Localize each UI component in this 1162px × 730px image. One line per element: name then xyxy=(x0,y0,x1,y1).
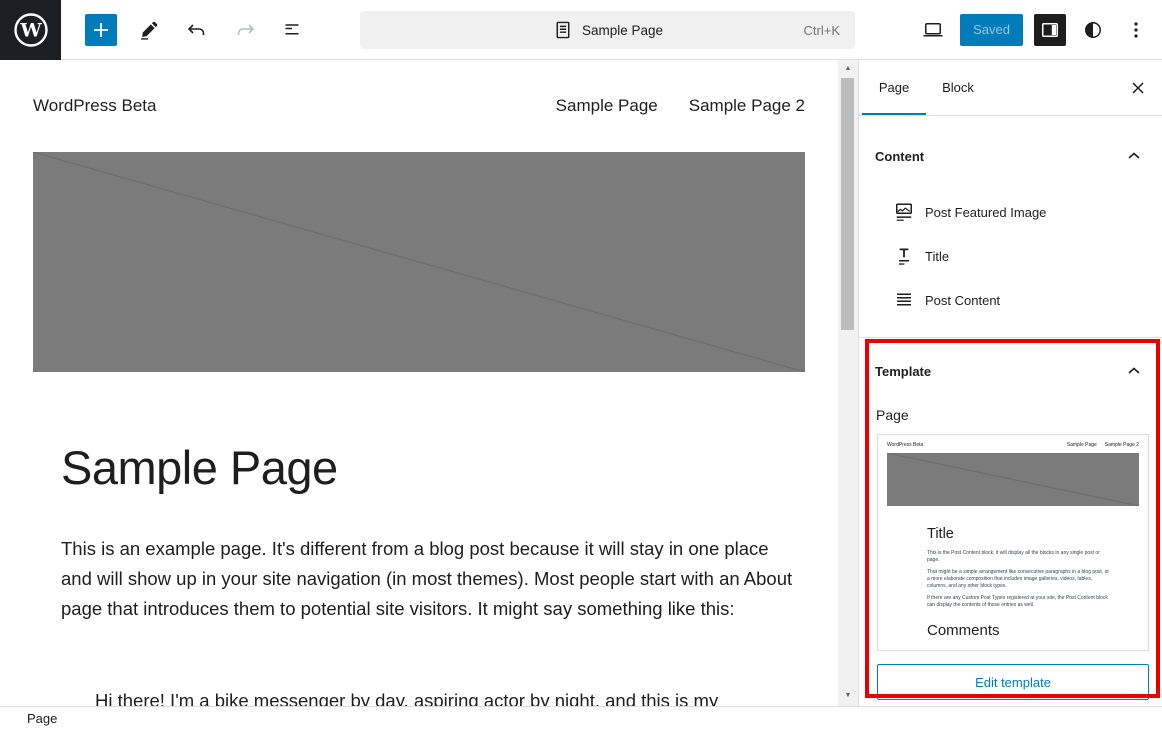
preview-site-title: WordPress Beta xyxy=(887,442,923,448)
options-menu-button[interactable] xyxy=(1120,14,1152,46)
wordpress-logo[interactable]: W xyxy=(0,0,61,60)
post-featured-image-placeholder[interactable] xyxy=(33,152,805,372)
settings-sidebar: Page Block Content xyxy=(858,60,1162,706)
toolbar-right-group: Saved xyxy=(917,14,1162,46)
post-title[interactable]: Sample Page xyxy=(61,440,338,495)
editor-toolbar: W xyxy=(0,0,1162,60)
content-item-label: Post Featured Image xyxy=(925,205,1046,220)
preview-paragraph: This is the Post Content block, it will … xyxy=(927,550,1112,564)
content-item-post-content[interactable]: Post Content xyxy=(859,278,1162,322)
saved-button[interactable]: Saved xyxy=(960,14,1023,46)
content-panel-header[interactable]: Content xyxy=(859,116,1162,174)
document-title: Sample Page xyxy=(582,23,663,38)
edit-template-button[interactable]: Edit template xyxy=(877,664,1149,700)
content-item-title[interactable]: Title xyxy=(859,234,1162,278)
settings-sidebar-toggle[interactable] xyxy=(1034,14,1066,46)
post-content-icon xyxy=(892,288,916,312)
tab-block[interactable]: Block xyxy=(926,60,990,115)
sidebar-tabs: Page Block xyxy=(859,60,1162,116)
contrast-circle-icon xyxy=(1081,18,1105,42)
featured-image-icon xyxy=(892,200,916,224)
plus-icon xyxy=(89,18,113,42)
template-panel-title: Template xyxy=(875,364,931,379)
wordpress-logo-icon: W xyxy=(13,12,49,48)
tab-page[interactable]: Page xyxy=(862,60,926,115)
list-view-button[interactable] xyxy=(277,14,309,46)
preview-site-header: WordPress Beta Sample Page Sample Page 2 xyxy=(878,435,1148,453)
undo-button[interactable] xyxy=(181,14,213,46)
wordpress-editor: W xyxy=(0,0,1162,730)
undo-icon xyxy=(185,18,209,42)
redo-button[interactable] xyxy=(229,14,261,46)
template-preview-thumbnail[interactable]: WordPress Beta Sample Page Sample Page 2… xyxy=(877,434,1149,651)
scrollbar-down-arrow[interactable]: ▼ xyxy=(838,692,858,699)
title-icon xyxy=(892,244,916,268)
redo-icon xyxy=(233,18,257,42)
editor-footer: Page xyxy=(0,706,1162,730)
template-panel-header[interactable]: Template xyxy=(859,338,1162,389)
preview-nav: Sample Page Sample Page 2 xyxy=(1067,442,1139,448)
preview-title: Title xyxy=(927,526,1148,542)
pencil-icon xyxy=(137,18,161,42)
document-title-button[interactable]: Sample Page Ctrl+K xyxy=(360,11,855,49)
preview-comments-heading: Comments xyxy=(927,622,1148,639)
nav-link-sample-page-2[interactable]: Sample Page 2 xyxy=(689,96,805,116)
breadcrumb[interactable]: Page xyxy=(27,711,57,726)
scrollbar-thumb[interactable] xyxy=(841,78,854,330)
laptop-icon xyxy=(921,18,945,42)
svg-text:W: W xyxy=(19,19,42,41)
content-item-post-featured-image[interactable]: Post Featured Image xyxy=(859,190,1162,234)
more-options-icon xyxy=(1124,18,1148,42)
preview-button[interactable] xyxy=(917,14,949,46)
content-item-label: Post Content xyxy=(925,293,1000,308)
site-navigation: Sample Page Sample Page 2 xyxy=(556,96,805,116)
command-shortcut: Ctrl+K xyxy=(804,23,840,38)
tools-button[interactable] xyxy=(133,14,165,46)
chevron-up-icon xyxy=(1122,144,1146,168)
post-paragraph[interactable]: This is an example page. It's different … xyxy=(61,534,793,624)
scrollbar-up-arrow[interactable]: ▲ xyxy=(838,65,858,72)
preview-paragraph: That might be a simple arrangement like … xyxy=(927,569,1112,590)
site-title[interactable]: WordPress Beta xyxy=(33,96,156,116)
editor-main: WordPress Beta Sample Page Sample Page 2… xyxy=(0,60,1162,706)
close-icon xyxy=(1126,76,1150,100)
preview-nav-item: Sample Page xyxy=(1067,442,1097,448)
sidebar-panel-icon xyxy=(1038,18,1062,42)
chevron-up-icon xyxy=(1122,359,1146,383)
canvas-scrollbar[interactable]: ▲ ▼ xyxy=(838,60,858,706)
content-items: Post Featured Image Title xyxy=(859,190,1162,338)
list-view-icon xyxy=(281,18,305,42)
editor-canvas: WordPress Beta Sample Page Sample Page 2… xyxy=(0,60,858,706)
close-sidebar-button[interactable] xyxy=(1114,60,1162,115)
toolbar-left-group xyxy=(61,14,309,46)
preview-diagonal-line xyxy=(887,453,1139,506)
content-item-label: Title xyxy=(925,249,949,264)
preview-nav-item: Sample Page 2 xyxy=(1105,442,1139,448)
preview-body: This is the Post Content block, it will … xyxy=(927,550,1112,609)
template-panel: Template Page WordPress Beta Sample Page… xyxy=(859,338,1162,700)
content-panel: Content Post Featured Image xyxy=(859,116,1162,338)
content-panel-title: Content xyxy=(875,149,924,164)
styles-button[interactable] xyxy=(1077,14,1109,46)
post-quote-paragraph[interactable]: Hi there! I'm a bike messenger by day, a… xyxy=(95,686,795,706)
nav-link-sample-page[interactable]: Sample Page xyxy=(556,96,658,116)
template-name-link[interactable]: Page xyxy=(876,407,909,423)
document-icon xyxy=(552,19,574,41)
site-header-block: WordPress Beta Sample Page Sample Page 2 xyxy=(33,96,805,116)
preview-paragraph: If there are any Custom Post Types regis… xyxy=(927,595,1112,609)
placeholder-diagonal-line xyxy=(33,152,805,372)
block-inserter-button[interactable] xyxy=(85,14,117,46)
preview-featured-image xyxy=(887,453,1139,506)
